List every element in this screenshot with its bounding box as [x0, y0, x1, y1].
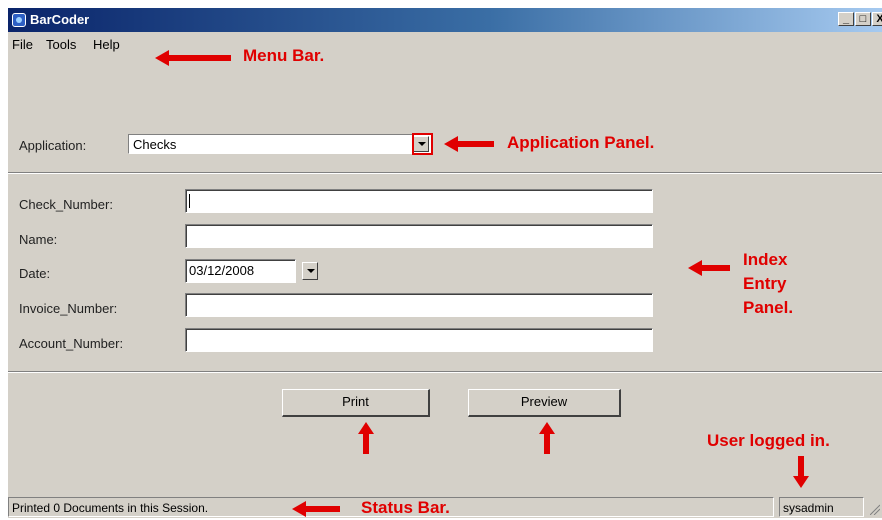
minimize-button[interactable]: _	[838, 12, 854, 26]
annotation-arrow-menu	[155, 50, 231, 66]
account-number-input[interactable]	[185, 328, 653, 352]
field-label-invoice-number: Invoice_Number:	[19, 301, 118, 316]
close-button[interactable]: X	[872, 12, 882, 26]
invoice-number-input[interactable]	[185, 293, 653, 317]
window-title: BarCoder	[30, 12, 90, 27]
status-user: sysadmin	[779, 497, 864, 517]
dropdown-highlight	[412, 133, 433, 155]
app-icon	[12, 13, 26, 27]
chevron-down-icon	[307, 269, 315, 273]
field-label-date: Date:	[19, 266, 51, 281]
field-label-check-number: Check_Number:	[19, 197, 113, 212]
menu-bar: File Tools Help	[8, 34, 882, 56]
check-number-input[interactable]	[185, 189, 653, 213]
preview-button[interactable]: Preview	[468, 389, 621, 417]
annotation-arrow-application	[444, 136, 494, 152]
application-select[interactable]: Checks	[128, 134, 431, 154]
panel-divider-top	[8, 172, 882, 174]
annotation-arrow-status	[292, 501, 340, 517]
annotation-arrow-print	[358, 422, 374, 454]
title-bar[interactable]: BarCoder _ □ X	[8, 8, 882, 32]
annotation-arrow-index	[688, 260, 730, 276]
annotation-application-panel: Application Panel.	[507, 133, 655, 152]
print-button[interactable]: Print	[282, 389, 430, 417]
menu-tools[interactable]: Tools	[46, 37, 76, 52]
annotation-arrow-preview	[539, 422, 555, 454]
text-caret	[189, 194, 190, 208]
application-label: Application:	[19, 138, 87, 153]
panel-divider-bottom	[8, 371, 882, 373]
annotation-index-line1: Index	[743, 250, 788, 269]
date-dropdown-button[interactable]	[302, 262, 318, 280]
name-input[interactable]	[185, 224, 653, 248]
date-value: 03/12/2008	[189, 263, 255, 278]
annotation-user-logged-in: User logged in.	[707, 431, 830, 450]
print-button-label: Print	[342, 394, 369, 409]
menu-file[interactable]: File	[12, 37, 33, 52]
field-label-account-number: Account_Number:	[19, 336, 124, 351]
preview-button-label: Preview	[520, 394, 568, 409]
date-picker[interactable]: 03/12/2008	[185, 259, 296, 283]
maximize-button[interactable]: □	[855, 12, 871, 26]
annotation-arrow-user	[793, 456, 809, 488]
application-selected-value: Checks	[133, 137, 177, 152]
annotation-status-bar: Status Bar.	[361, 498, 450, 517]
resize-grip-icon[interactable]	[869, 503, 881, 516]
field-label-name: Name:	[19, 232, 58, 247]
annotation-menu-bar: Menu Bar.	[243, 46, 325, 65]
menu-help[interactable]: Help	[93, 37, 120, 52]
annotation-index-line3: Panel.	[743, 298, 794, 317]
annotation-index-line2: Entry	[743, 274, 787, 293]
